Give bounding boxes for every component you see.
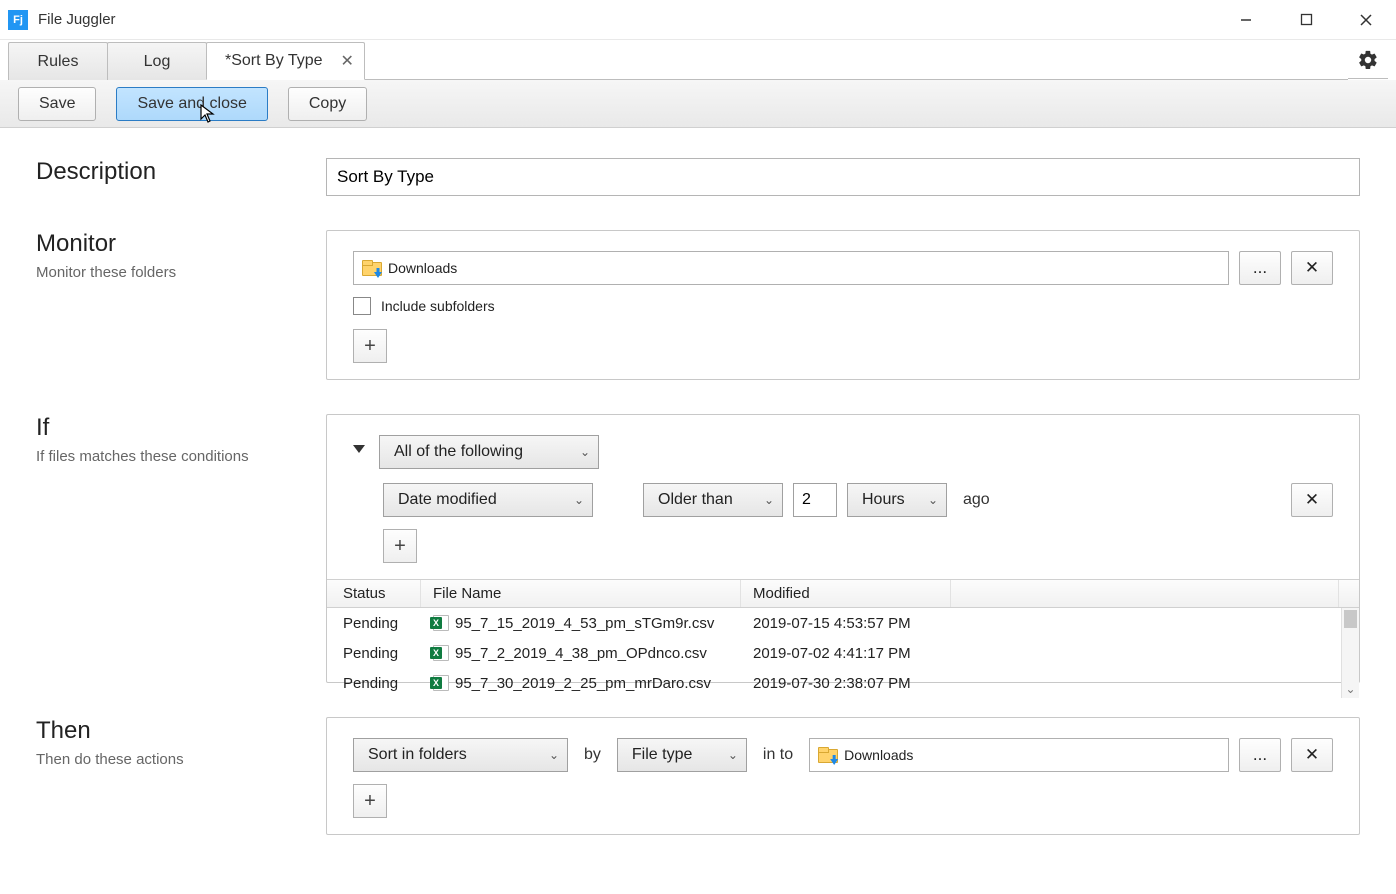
copy-button[interactable]: Copy: [288, 87, 367, 121]
description-input[interactable]: [326, 158, 1360, 196]
table-header: Status File Name Modified: [327, 580, 1359, 608]
save-close-button[interactable]: Save and close: [116, 87, 267, 121]
browse-dest-button[interactable]: ...: [1239, 738, 1281, 772]
by-label: by: [578, 746, 607, 764]
add-action-button[interactable]: +: [353, 784, 387, 818]
window-controls: [1216, 0, 1396, 40]
if-label: If: [36, 414, 326, 442]
chevron-down-icon: ⌄: [928, 493, 938, 507]
titlebar: Fj File Juggler: [0, 0, 1396, 40]
condition-value-input[interactable]: [793, 483, 837, 517]
monitor-label: Monitor: [36, 230, 326, 258]
excel-icon: [433, 675, 449, 691]
remove-folder-button[interactable]: ✕: [1291, 251, 1333, 285]
into-label: in to: [757, 746, 799, 764]
condition-attr-dropdown[interactable]: Date modified⌄: [383, 483, 593, 517]
app-title: File Juggler: [38, 11, 116, 28]
minimize-button[interactable]: [1216, 0, 1276, 40]
by-dropdown[interactable]: File type⌄: [617, 738, 747, 772]
chevron-down-icon: ⌄: [549, 748, 559, 762]
excel-icon: [433, 645, 449, 661]
tab-current[interactable]: *Sort By Type ✕: [206, 42, 365, 80]
dest-folder-value: Downloads: [844, 747, 913, 763]
dest-folder-input[interactable]: Downloads: [809, 738, 1229, 772]
col-status[interactable]: Status: [331, 580, 421, 607]
col-modified[interactable]: Modified: [741, 580, 951, 607]
app-icon: Fj: [8, 10, 28, 30]
table-row[interactable]: Pending 95_7_30_2019_2_25_pm_mrDaro.csv …: [327, 668, 1359, 698]
excel-icon: [433, 615, 449, 631]
action-dropdown[interactable]: Sort in folders⌄: [353, 738, 568, 772]
logic-dropdown[interactable]: All of the following⌄: [379, 435, 599, 469]
monitor-sublabel: Monitor these folders: [36, 264, 326, 281]
folder-icon: [362, 260, 380, 276]
scrollbar[interactable]: ⌄: [1341, 608, 1359, 698]
browse-folder-button[interactable]: ...: [1239, 251, 1281, 285]
gear-icon: [1357, 49, 1379, 71]
save-button[interactable]: Save: [18, 87, 96, 121]
tab-log[interactable]: Log: [107, 42, 207, 80]
then-panel: Sort in folders⌄ by File type⌄ in to Dow…: [326, 717, 1360, 835]
settings-button[interactable]: [1348, 41, 1388, 79]
files-table: Status File Name Modified Pending 95_7_1…: [327, 580, 1359, 698]
if-panel: All of the following⌄ Date modified⌄ Old…: [326, 414, 1360, 683]
toolbar: Save Save and close Copy: [0, 80, 1396, 128]
condition-op-dropdown[interactable]: Older than⌄: [643, 483, 783, 517]
if-sublabel: If files matches these conditions: [36, 448, 326, 465]
tabstrip: Rules Log *Sort By Type ✕: [0, 40, 1396, 80]
condition-unit-dropdown[interactable]: Hours⌄: [847, 483, 947, 517]
description-label: Description: [36, 158, 326, 186]
add-condition-button[interactable]: +: [383, 529, 417, 563]
add-folder-button[interactable]: +: [353, 329, 387, 363]
monitor-folder-value: Downloads: [388, 260, 457, 276]
table-row[interactable]: Pending 95_7_15_2019_4_53_pm_sTGm9r.csv …: [327, 608, 1359, 638]
chevron-down-icon: ⌄: [574, 493, 584, 507]
close-button[interactable]: [1336, 0, 1396, 40]
close-tab-icon[interactable]: ✕: [341, 51, 354, 71]
condition-suffix: ago: [957, 491, 996, 509]
then-sublabel: Then do these actions: [36, 751, 326, 768]
folder-icon: [818, 747, 836, 763]
chevron-down-icon: ⌄: [764, 493, 774, 507]
col-filename[interactable]: File Name: [421, 580, 741, 607]
then-label: Then: [36, 717, 326, 745]
chevron-down-icon: ⌄: [728, 748, 738, 762]
include-subfolders-checkbox[interactable]: [353, 297, 371, 315]
chevron-down-icon: ⌄: [580, 445, 590, 459]
table-row[interactable]: Pending 95_7_2_2019_4_38_pm_OPdnco.csv 2…: [327, 638, 1359, 668]
maximize-button[interactable]: [1276, 0, 1336, 40]
include-subfolders-label: Include subfolders: [381, 298, 495, 314]
monitor-folder-input[interactable]: Downloads: [353, 251, 1229, 285]
remove-action-button[interactable]: ✕: [1291, 738, 1333, 772]
remove-condition-button[interactable]: ✕: [1291, 483, 1333, 517]
expand-toggle-icon[interactable]: [353, 445, 365, 453]
monitor-panel: Downloads ... ✕ Include subfolders +: [326, 230, 1360, 380]
tab-rules[interactable]: Rules: [8, 42, 108, 80]
